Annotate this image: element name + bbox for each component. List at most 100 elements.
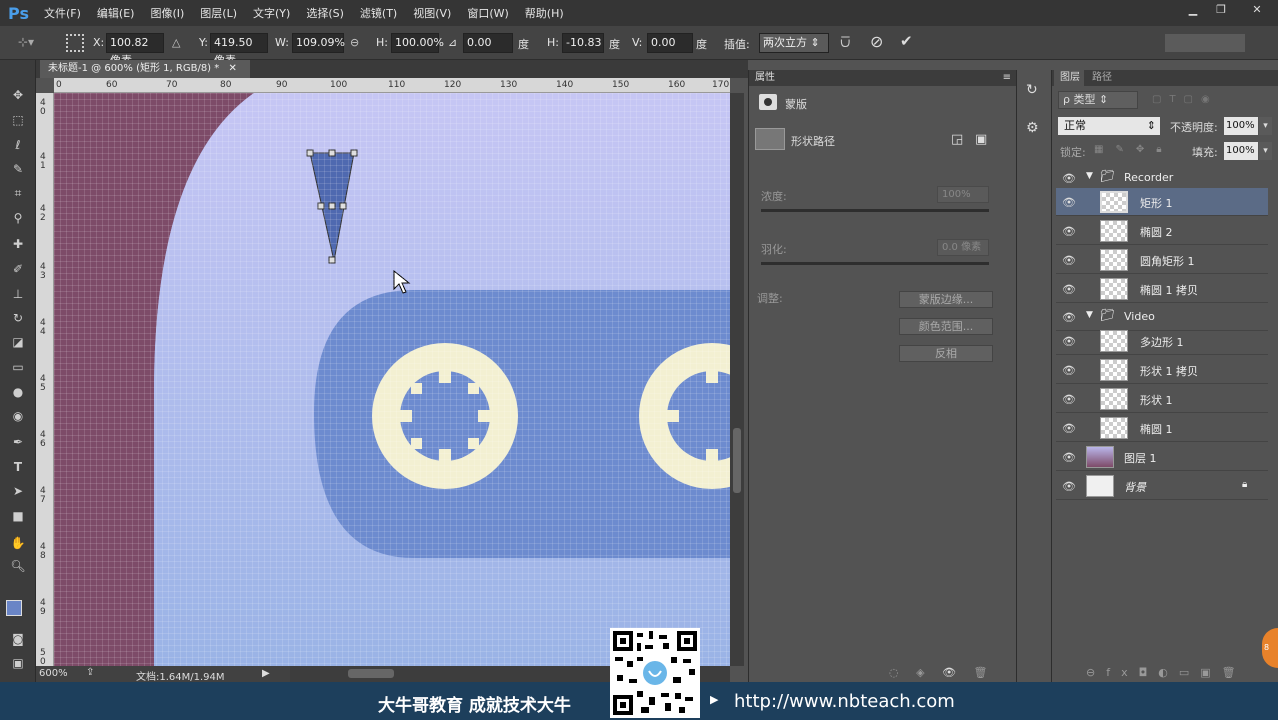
density-slider[interactable]: [761, 209, 989, 212]
fill-input[interactable]: 100%: [1224, 142, 1258, 160]
commit-transform-icon[interactable]: ✔: [900, 32, 913, 50]
menu-window[interactable]: 窗口(W): [459, 5, 516, 21]
lock-icons[interactable]: ▦✎✥🔒︎: [1094, 144, 1174, 155]
warp-icon[interactable]: ⩂: [840, 33, 851, 51]
layer-row-selected[interactable]: 👁︎ 矩形 1: [1056, 188, 1268, 216]
select-path-icon[interactable]: ▣: [975, 132, 987, 147]
menu-select[interactable]: 选择(S): [298, 5, 352, 21]
mask-icon[interactable]: [759, 94, 777, 110]
fill-dropdown-icon[interactable]: ▾: [1259, 142, 1272, 160]
delete-mask-icon[interactable]: 🗑︎: [974, 666, 988, 679]
quick-select-tool-icon[interactable]: ✎: [8, 160, 28, 178]
properties-icon[interactable]: ⚙: [1026, 120, 1039, 136]
vskew-input[interactable]: 0.00: [647, 33, 693, 53]
visibility-eye-icon[interactable]: 👁︎: [1062, 335, 1076, 348]
visibility-eye-icon[interactable]: 👁︎: [1062, 225, 1076, 238]
menu-file[interactable]: 文件(F): [36, 5, 89, 21]
path-select-tool-icon[interactable]: ➤: [8, 482, 28, 500]
menu-help[interactable]: 帮助(H): [517, 5, 572, 21]
rectangle-tool-icon[interactable]: ■: [8, 507, 28, 525]
brush-tool-icon[interactable]: ✐: [8, 260, 28, 278]
marquee-tool-icon[interactable]: ⬚: [8, 111, 28, 129]
layer-row[interactable]: 👁︎ 圆角矩形 1: [1056, 246, 1268, 274]
opacity-dropdown-icon[interactable]: ▾: [1259, 117, 1272, 135]
delta-icon[interactable]: △: [172, 36, 180, 49]
visibility-eye-icon[interactable]: 👁︎: [1062, 451, 1076, 464]
color-range-button[interactable]: 颜色范围...: [899, 318, 993, 335]
reference-point-icon[interactable]: [66, 34, 84, 52]
zoom-tool-icon[interactable]: 🔍︎: [8, 557, 28, 575]
menu-edit[interactable]: 编辑(E): [89, 5, 143, 21]
link-icon[interactable]: ⊖: [350, 36, 359, 49]
width-input[interactable]: 109.09%: [292, 33, 345, 53]
interpolation-select[interactable]: 两次立方 ⇕: [759, 33, 829, 53]
feather-slider[interactable]: [761, 262, 989, 265]
y-input[interactable]: 419.50 像素: [210, 33, 268, 67]
zoom-level[interactable]: 600%: [39, 668, 68, 679]
group-expand-icon[interactable]: ▼: [1086, 310, 1093, 320]
pen-tool-icon[interactable]: ✒: [8, 433, 28, 451]
horizontal-scroll-thumb[interactable]: [348, 669, 394, 678]
add-mask-icon[interactable]: ◲: [951, 132, 963, 147]
layer-row[interactable]: 👁︎ 椭圆 2: [1056, 217, 1268, 245]
visibility-eye-icon[interactable]: 👁︎: [1062, 480, 1076, 493]
quick-mask-icon[interactable]: ◙: [8, 630, 28, 648]
panel-menu-icon[interactable]: ≡: [1003, 70, 1011, 86]
tab-layers[interactable]: 图层: [1054, 70, 1084, 86]
healing-brush-tool-icon[interactable]: ✚: [8, 235, 28, 253]
visibility-eye-icon[interactable]: 👁︎: [1062, 422, 1076, 435]
banner-url[interactable]: http://www.nbteach.com: [734, 691, 955, 712]
apply-mask-icon[interactable]: ◈: [916, 666, 924, 679]
restore-icon[interactable]: ❐: [1208, 0, 1234, 20]
gradient-tool-icon[interactable]: ▭: [8, 358, 28, 376]
dodge-tool-icon[interactable]: ◉: [8, 407, 28, 425]
lasso-tool-icon[interactable]: ℓ: [8, 136, 28, 154]
document-canvas[interactable]: [54, 93, 730, 666]
menu-filter[interactable]: 滤镜(T): [352, 5, 405, 21]
vector-mask-thumbnail[interactable]: [755, 128, 785, 150]
layer-row-background[interactable]: 👁︎ 背景 🔒︎: [1056, 472, 1268, 500]
layer-row[interactable]: 👁︎ 形状 1 拷贝: [1056, 356, 1268, 384]
density-input[interactable]: 100%: [937, 186, 989, 203]
filter-icons[interactable]: ▢T▢◉: [1152, 94, 1262, 106]
mask-edge-button[interactable]: 蒙版边缘...: [899, 291, 993, 308]
clone-stamp-tool-icon[interactable]: ⊥: [8, 285, 28, 303]
history-icon[interactable]: ↻: [1026, 82, 1038, 98]
document-tab[interactable]: 未标题-1 @ 600% (矩形 1, RGB/8) * ✕: [40, 60, 250, 78]
layer-row[interactable]: 👁︎ 形状 1: [1056, 385, 1268, 413]
opacity-input[interactable]: 100%: [1224, 117, 1258, 135]
height-input[interactable]: 100.00%: [391, 33, 444, 53]
menu-layer[interactable]: 图层(L): [192, 5, 245, 21]
type-tool-icon[interactable]: T: [8, 458, 28, 476]
history-brush-tool-icon[interactable]: ↻: [8, 309, 28, 327]
visibility-eye-icon[interactable]: 👁︎: [1062, 364, 1076, 377]
share-icon[interactable]: ⇪: [86, 667, 94, 678]
crop-tool-icon[interactable]: ⌗: [8, 184, 28, 202]
visibility-eye-icon[interactable]: 👁︎: [1062, 172, 1076, 185]
blend-mode-select[interactable]: 正常 ⇕: [1058, 117, 1160, 135]
feather-input[interactable]: 0.0 像素: [937, 239, 989, 256]
vertical-scrollbar[interactable]: [730, 93, 744, 666]
eraser-tool-icon[interactable]: ◪: [8, 333, 28, 351]
layer-row[interactable]: 👁︎ 椭圆 1 拷贝: [1056, 275, 1268, 303]
visibility-eye-icon[interactable]: 👁︎: [1062, 254, 1076, 267]
foreground-color-swatch[interactable]: [6, 600, 22, 616]
workspace-switcher[interactable]: [1165, 34, 1245, 52]
tab-paths[interactable]: 路径: [1092, 70, 1112, 86]
x-input[interactable]: 100.82 像素: [106, 33, 164, 67]
close-icon[interactable]: ✕: [1244, 0, 1270, 20]
menu-type[interactable]: 文字(Y): [245, 5, 298, 21]
minimize-icon[interactable]: ▁: [1180, 0, 1206, 20]
move-tool-icon[interactable]: ✥: [8, 86, 28, 104]
visibility-eye-icon[interactable]: 👁︎: [1062, 196, 1076, 209]
visibility-eye-icon[interactable]: 👁︎: [1062, 393, 1076, 406]
layer-row[interactable]: 👁︎ 图层 1: [1056, 443, 1268, 471]
menu-image[interactable]: 图像(I): [142, 5, 192, 21]
close-tab-icon[interactable]: ✕: [228, 63, 236, 74]
layers-footer-icons[interactable]: ⊖fx◘◐▭▣🗑︎: [1086, 666, 1276, 680]
visibility-eye-icon[interactable]: 👁︎: [1062, 283, 1076, 296]
load-selection-icon[interactable]: ◌: [889, 666, 899, 679]
cancel-transform-icon[interactable]: ⊘: [870, 32, 883, 51]
eyedropper-tool-icon[interactable]: ⚲: [8, 209, 28, 227]
layer-row[interactable]: 👁︎ 多边形 1: [1056, 327, 1268, 355]
